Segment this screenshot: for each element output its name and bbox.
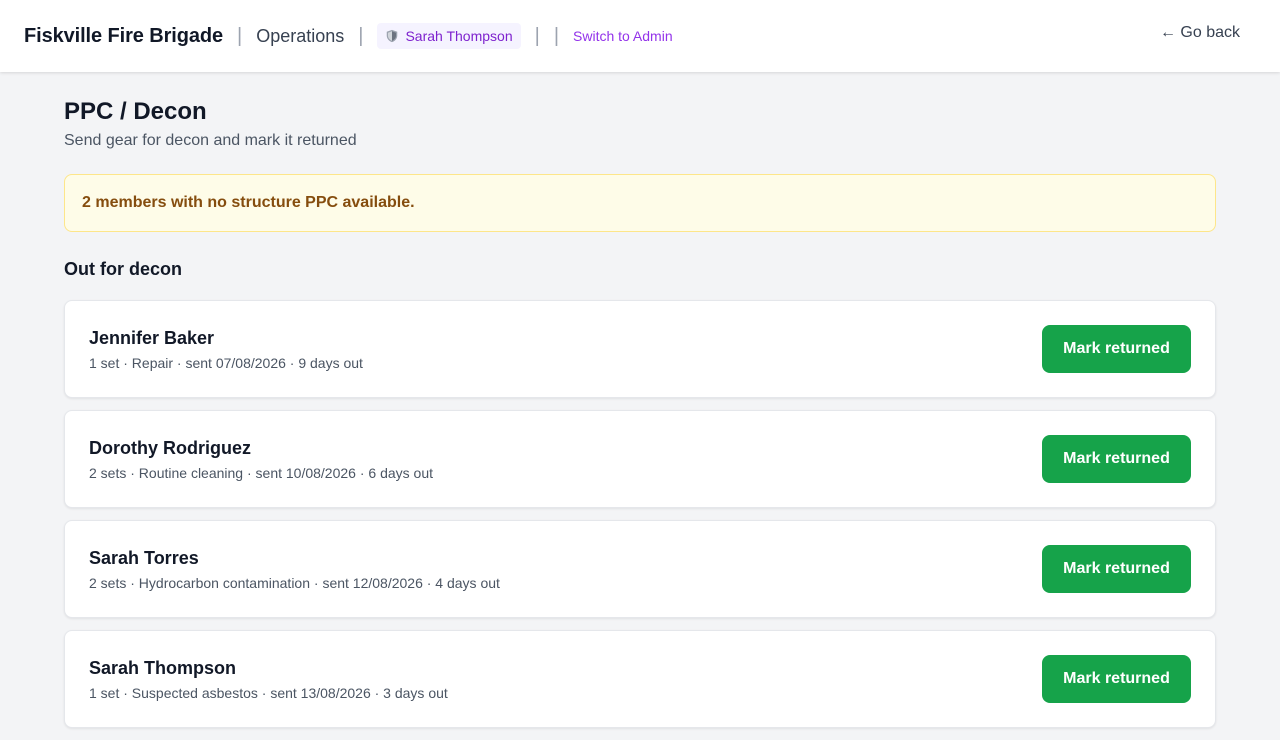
- mark-returned-button[interactable]: Mark returned: [1042, 435, 1191, 483]
- member-name: Sarah Torres: [89, 547, 199, 568]
- decon-details: 1 set · Suspected asbestos · sent 13/08/…: [89, 684, 448, 701]
- top-navigation-bar: Fiskville Fire Brigade | Operations | Sa…: [0, 0, 1280, 72]
- section-name: Operations: [256, 25, 345, 46]
- decon-item-info: Sarah Thompson 1 set · Suspected asbesto…: [89, 658, 448, 701]
- warning-alert: 2 members with no structure PPC availabl…: [64, 174, 1216, 232]
- decon-item-info: Sarah Torres 2 sets · Hydrocarbon contam…: [89, 548, 500, 591]
- decon-item-info: Dorothy Rodriguez 2 sets · Routine clean…: [89, 438, 433, 481]
- switch-to-admin-link[interactable]: Switch to Admin: [573, 28, 673, 44]
- decon-item-info: Jennifer Baker 1 set · Repair · sent 07/…: [89, 328, 363, 371]
- decon-details: 2 sets · Hydrocarbon contamination · sen…: [89, 574, 500, 591]
- main-content: PPC / Decon Send gear for decon and mark…: [64, 98, 1216, 740]
- divider: |: [237, 24, 243, 47]
- member-name: Sarah Thompson: [89, 657, 237, 678]
- divider: |: [534, 24, 540, 47]
- shield-icon: [387, 29, 398, 43]
- decon-details: 1 set · Repair · sent 07/08/2026 · 9 day…: [89, 354, 363, 371]
- alert-text: 2 members with no structure PPC availabl…: [82, 194, 415, 211]
- page-subtitle: Send gear for decon and mark it returned: [64, 132, 357, 149]
- brand-title: Fiskville Fire Brigade: [24, 24, 223, 47]
- decon-item-card: Sarah Thompson 1 set · Suspected asbesto…: [64, 630, 1216, 728]
- decon-item-card: Dorothy Rodriguez 2 sets · Routine clean…: [64, 410, 1216, 508]
- mark-returned-button[interactable]: Mark returned: [1042, 655, 1191, 703]
- decon-details: 2 sets · Routine cleaning · sent 10/08/2…: [89, 464, 433, 481]
- member-name: Jennifer Baker: [89, 327, 215, 348]
- user-name: Sarah Thompson: [405, 28, 513, 44]
- go-back-link[interactable]: ← Go back: [1160, 24, 1240, 42]
- divider: |: [553, 24, 560, 47]
- decon-list-heading: Out for decon: [64, 259, 182, 279]
- decon-item-card: Sarah Torres 2 sets · Hydrocarbon contam…: [64, 520, 1216, 618]
- decon-item-card: Jennifer Baker 1 set · Repair · sent 07/…: [64, 300, 1216, 398]
- current-user-badge: Sarah Thompson: [377, 23, 521, 49]
- mark-returned-button[interactable]: Mark returned: [1042, 545, 1191, 593]
- mark-returned-button[interactable]: Mark returned: [1042, 325, 1191, 373]
- page-title: PPC / Decon: [64, 98, 207, 125]
- divider: |: [358, 24, 364, 47]
- member-name: Dorothy Rodriguez: [89, 437, 251, 458]
- decon-list: Jennifer Baker 1 set · Repair · sent 07/…: [64, 300, 1216, 728]
